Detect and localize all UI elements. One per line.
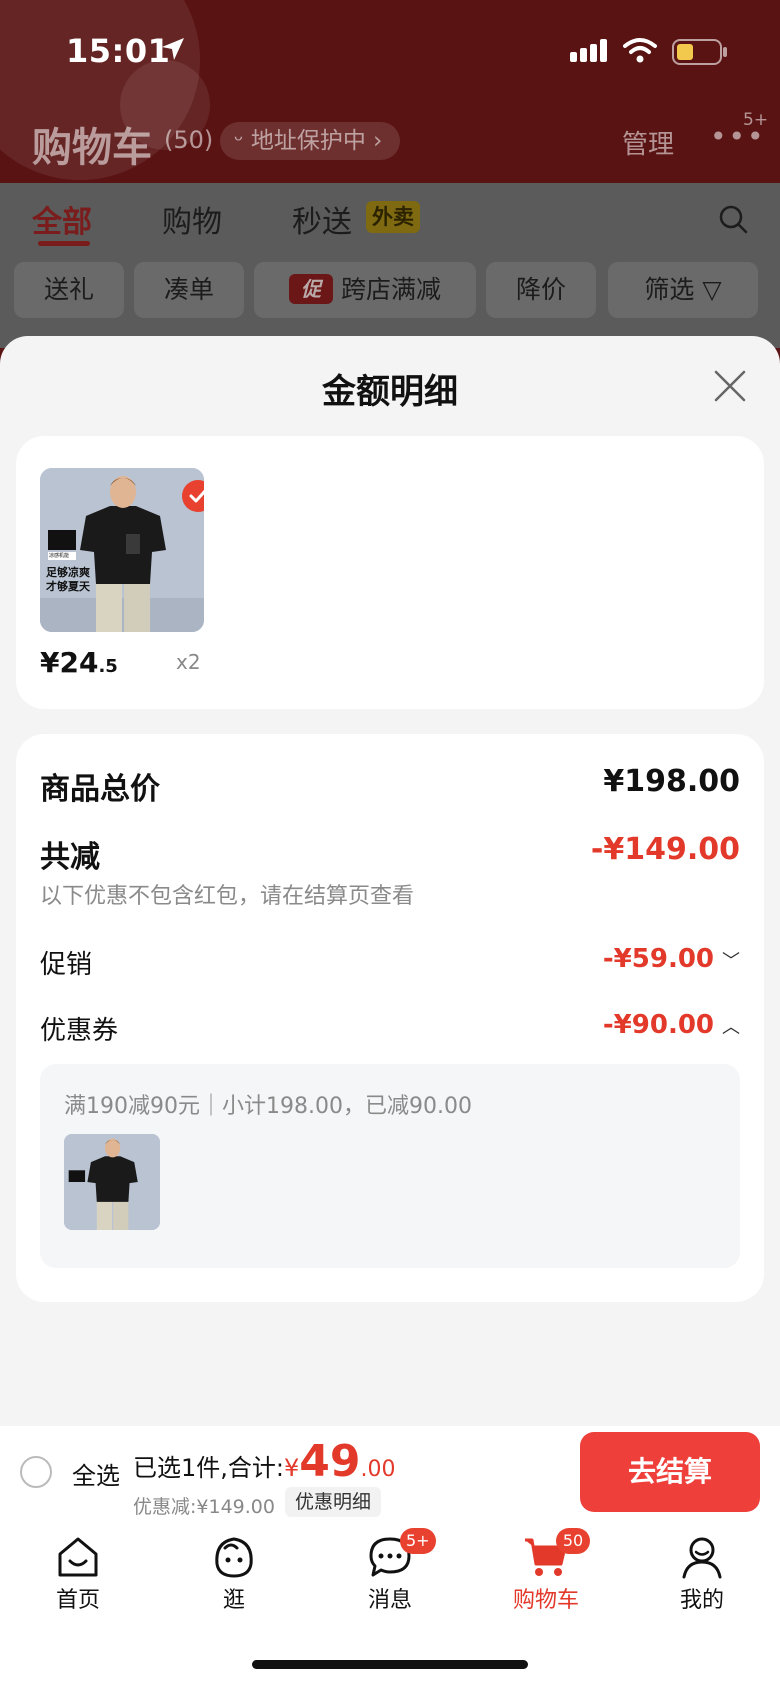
chip-price-drop[interactable]: 降价	[486, 262, 596, 318]
bottom-tab-bar: 首页 逛 消息 5+ 购物车 50 我的	[0, 1526, 780, 1688]
chip-filter[interactable]: 筛选 ▽	[608, 262, 758, 318]
status-bar: 15:01	[0, 0, 780, 100]
price-decimal: .5	[98, 656, 118, 677]
tab-profile-label: 我的	[679, 1588, 724, 1613]
reduction-label: 共减	[40, 840, 100, 875]
caption-line-1: 足够凉爽	[46, 566, 90, 579]
chip-combine-label: 凑单	[163, 275, 214, 304]
selected-items-card: 足够凉爽 才够夏天 凉感机能 ¥24.5 x2	[16, 436, 764, 709]
home-indicator	[252, 1660, 528, 1669]
messages-badge: 5+	[400, 1528, 436, 1554]
address-protect-label: 地址保护中 ›	[250, 128, 383, 154]
total-symbol: ¥	[283, 1454, 300, 1482]
total-price-label: 商品总价	[40, 772, 160, 807]
tab-shopping[interactable]: 购物	[162, 197, 222, 241]
selected-summary: 已选1件,合计:¥49.00	[133, 1436, 396, 1487]
item-price: ¥24.5	[40, 646, 118, 679]
promotion-label: 促销	[40, 950, 93, 980]
price-integer: 24	[59, 646, 99, 679]
chip-cross-store-label: 跨店满减	[340, 275, 441, 304]
coupon-detail-text: 满190减90元｜小计198.00，已减90.00	[64, 1094, 472, 1119]
cart-count: (50)	[164, 126, 214, 154]
battery-icon	[672, 39, 727, 65]
discount-summary: 优惠减:¥149.00	[133, 1496, 275, 1518]
tab-messages-label: 消息	[367, 1588, 412, 1613]
coupon-value: -¥90.00	[602, 1010, 714, 1040]
select-all-label[interactable]: 全选	[72, 1456, 120, 1491]
tab-browse[interactable]: 逛	[174, 1534, 294, 1614]
manage-button[interactable]: 管理	[622, 124, 674, 161]
coupon-product-illustration	[64, 1134, 160, 1230]
price-summary-card: 商品总价 ¥198.00 共减 -¥149.00 以下优惠不包含红包，请在结算页…	[16, 734, 764, 1302]
checkout-button[interactable]: 去结算	[580, 1432, 760, 1512]
discount-detail-button[interactable]: 优惠明细	[285, 1487, 382, 1517]
chip-combine-order[interactable]: 凑单	[134, 262, 244, 318]
address-protect-pill[interactable]: ᵕ 地址保护中 ›	[220, 122, 401, 160]
tab-cart-label: 购物车	[512, 1588, 579, 1613]
item-quantity: x2	[176, 650, 201, 674]
promotion-value: -¥59.00	[602, 944, 714, 974]
tab-profile[interactable]: 我的	[642, 1534, 762, 1614]
tab-messages[interactable]: 消息 5+	[330, 1528, 450, 1614]
select-all-radio[interactable]	[20, 1456, 52, 1488]
amount-detail-sheet: 金额明细 足够凉爽 才够夏天 凉感机能 ¥24.5 x2 商品总价 ¥198.0…	[0, 336, 780, 1426]
caption-line-2: 才够夏天	[46, 580, 90, 593]
takeaway-badge: 外卖	[366, 201, 420, 233]
tab-home[interactable]: 首页	[18, 1534, 138, 1614]
promotion-row[interactable]: -¥59.00 ﹀	[603, 944, 740, 974]
reduction-hint: 以下优惠不包含红包，请在结算页查看	[40, 884, 415, 909]
status-time: 15:01	[66, 32, 171, 70]
coupon-label: 优惠券	[40, 1016, 119, 1046]
profile-icon	[682, 1537, 722, 1579]
total-integer: 49	[299, 1436, 361, 1487]
tab-browse-label: 逛	[222, 1588, 245, 1613]
reduction-value: -¥149.00	[590, 832, 740, 867]
home-icon	[58, 1537, 98, 1577]
total-decimal: .00	[360, 1457, 396, 1482]
product-image[interactable]: 足够凉爽 才够夏天 凉感机能	[40, 468, 204, 632]
promo-badge: 促	[288, 274, 333, 304]
tab-active-underline	[38, 241, 90, 246]
cellular-signal-icon	[570, 39, 607, 62]
page-title: 购物车	[32, 125, 152, 171]
shield-icon: ᵕ	[234, 128, 244, 154]
tab-cart[interactable]: 购物车 50	[486, 1528, 606, 1614]
checkout-bar: 全选 已选1件,合计:¥49.00 优惠减:¥149.00 优惠明细 去结算	[0, 1426, 780, 1526]
chevron-down-icon: ﹀	[722, 951, 740, 972]
coupon-product-thumbnail[interactable]	[64, 1134, 160, 1230]
filter-funnel-icon: ▽	[702, 275, 722, 304]
cart-badge: 50	[556, 1528, 590, 1554]
face-icon	[215, 1537, 253, 1578]
chip-price-drop-label: 降价	[515, 275, 566, 304]
product-photo-illustration	[40, 468, 204, 632]
product-image-caption: 足够凉爽 才够夏天	[46, 566, 90, 594]
tab-instant-delivery[interactable]: 秒送	[292, 197, 352, 241]
chip-cross-store-discount[interactable]: 促跨店满减	[254, 262, 476, 318]
tab-all[interactable]: 全部	[32, 197, 92, 241]
sheet-title: 金额明细	[322, 372, 458, 412]
cart-header: 购物车 (50) ᵕ 地址保护中 › 管理 ••• 5+	[0, 110, 780, 171]
total-price-value: ¥198.00	[603, 764, 740, 799]
coupon-row[interactable]: -¥90.00 ︿	[603, 1010, 740, 1040]
location-arrow-icon	[162, 38, 184, 60]
more-badge: 5+	[743, 110, 769, 130]
selected-count-text: 已选1件,合计:	[133, 1454, 284, 1482]
chip-gift-label: 送礼	[43, 275, 94, 304]
wifi-icon	[623, 38, 657, 63]
close-icon[interactable]	[712, 368, 748, 404]
price-symbol: ¥	[40, 646, 60, 679]
chip-gift[interactable]: 送礼	[14, 262, 124, 318]
search-icon[interactable]	[718, 204, 748, 234]
selected-check-icon[interactable]	[182, 480, 204, 512]
coupon-detail-box: 满190减90元｜小计198.00，已减90.00	[40, 1064, 740, 1268]
tab-home-label: 首页	[55, 1588, 100, 1613]
product-logo-text: 凉感机能	[49, 553, 70, 559]
chevron-up-icon: ︿	[722, 1017, 740, 1038]
chip-filter-label: 筛选	[644, 275, 695, 304]
